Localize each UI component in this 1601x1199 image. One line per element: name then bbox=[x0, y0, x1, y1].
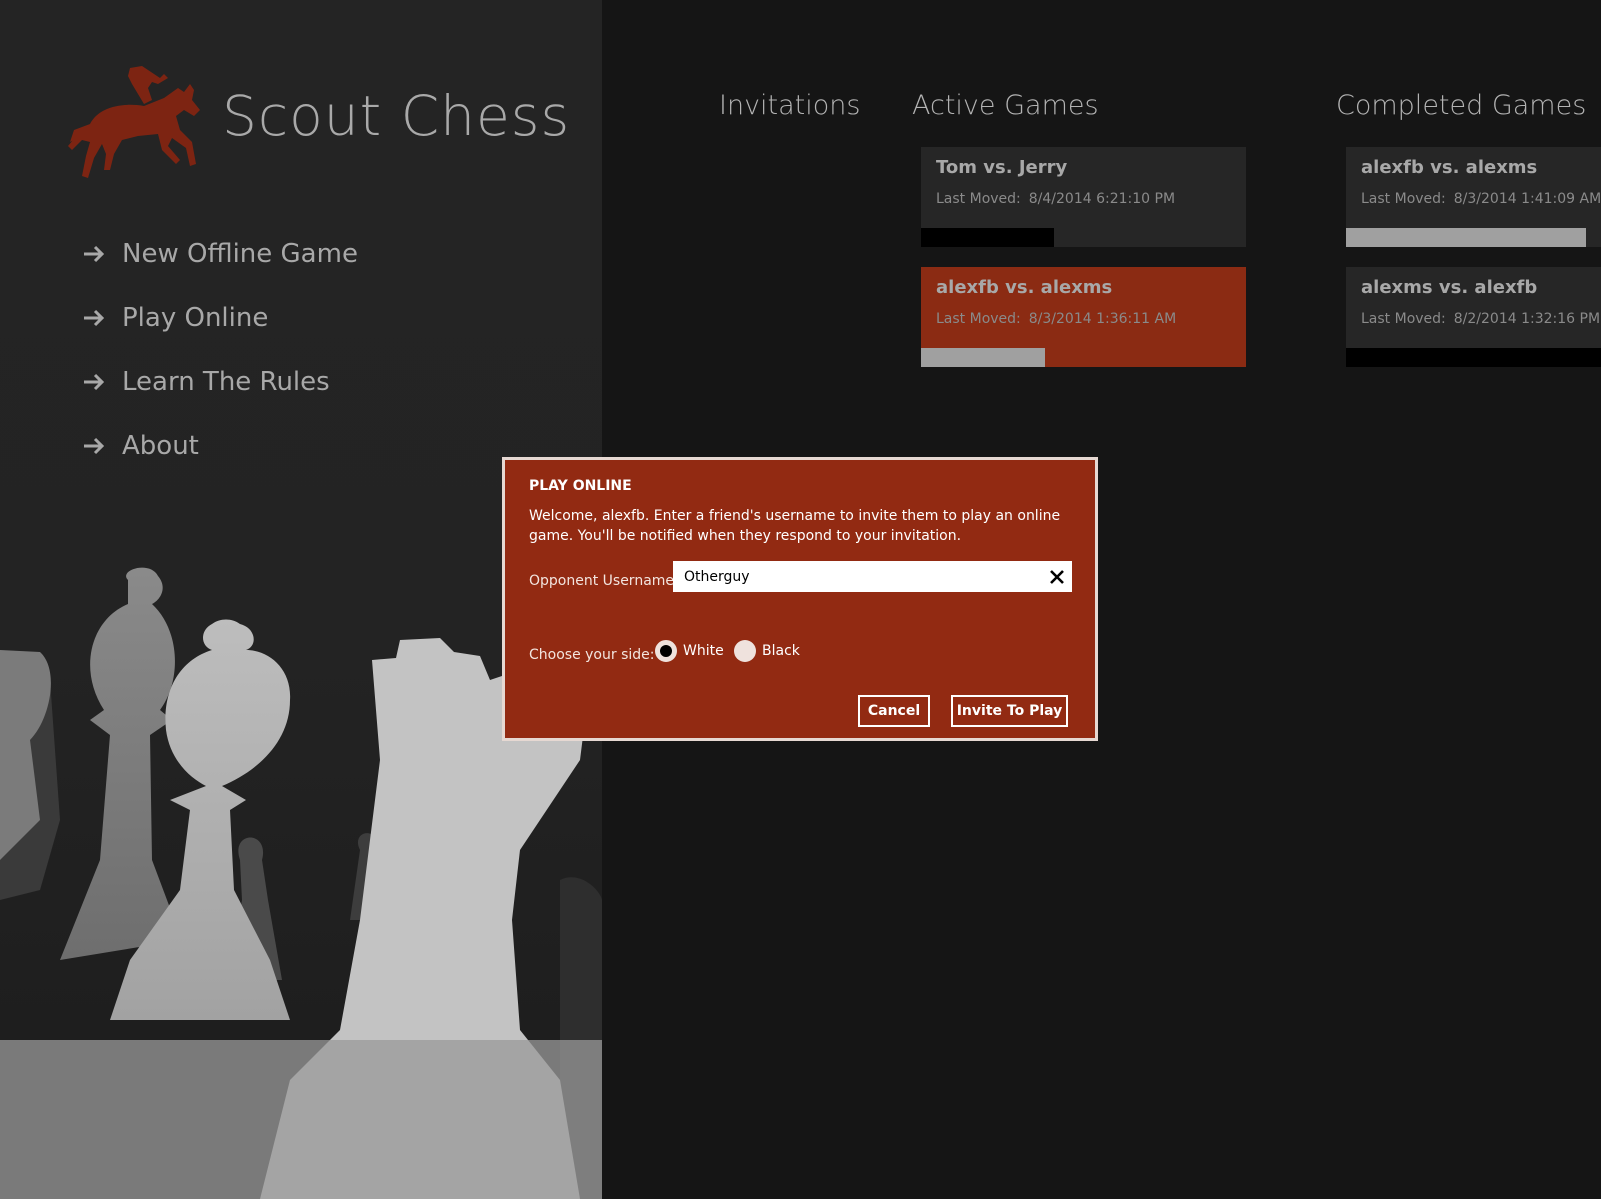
side-option-label: White bbox=[683, 643, 724, 659]
nav-label: About bbox=[122, 431, 199, 461]
nav-label: Play Online bbox=[122, 303, 269, 333]
close-icon bbox=[1050, 569, 1064, 584]
arrow-right-icon bbox=[84, 373, 105, 391]
last-moved: Last Moved: 8/3/2014 1:36:11 AM bbox=[936, 311, 1176, 327]
game-title: alexfb vs. alexms bbox=[1361, 157, 1538, 178]
game-card[interactable]: alexfb vs. alexms Last Moved: 8/3/2014 1:… bbox=[1346, 147, 1601, 247]
game-title: alexms vs. alexfb bbox=[1361, 277, 1538, 298]
game-card[interactable]: Tom vs. Jerry Last Moved: 8/4/2014 6:21:1… bbox=[921, 147, 1246, 247]
nav-label: New Offline Game bbox=[122, 239, 358, 269]
arrow-right-icon bbox=[84, 437, 105, 455]
game-title: alexfb vs. alexms bbox=[936, 277, 1113, 298]
opponent-username-label: Opponent Username bbox=[529, 573, 675, 589]
nav-learn-the-rules[interactable]: Learn The Rules bbox=[82, 350, 358, 414]
active-games-header[interactable]: Active Games bbox=[912, 90, 1099, 121]
game-progress-bar bbox=[921, 228, 1055, 247]
game-card[interactable]: alexfb vs. alexms Last Moved: 8/3/2014 1:… bbox=[921, 267, 1246, 367]
invitations-header[interactable]: Invitations bbox=[719, 90, 860, 121]
radio-selected bbox=[655, 640, 677, 662]
last-moved: Last Moved: 8/4/2014 6:21:10 PM bbox=[936, 191, 1175, 207]
last-moved-label: Last Moved: bbox=[1361, 191, 1446, 207]
nav-about[interactable]: About bbox=[82, 414, 358, 478]
game-progress-bar bbox=[1346, 228, 1586, 247]
last-moved: Last Moved: 8/2/2014 1:32:16 PM bbox=[1361, 311, 1600, 327]
last-moved-value: 8/3/2014 1:36:11 AM bbox=[1028, 311, 1177, 327]
dialog-message: Welcome, alexfb. Enter a friend's userna… bbox=[529, 508, 1061, 544]
game-progress-bar bbox=[921, 348, 1045, 367]
app-title: Scout Chess bbox=[222, 84, 571, 148]
invite-to-play-button[interactable]: Invite To Play bbox=[951, 695, 1068, 727]
side-option-label: Black bbox=[762, 643, 800, 659]
last-moved-value: 8/2/2014 1:32:16 PM bbox=[1453, 311, 1601, 327]
last-moved-value: 8/4/2014 6:21:10 PM bbox=[1028, 191, 1176, 207]
last-moved-label: Last Moved: bbox=[936, 191, 1021, 207]
opponent-username-input[interactable] bbox=[673, 561, 1072, 592]
dialog-title: PLAY ONLINE bbox=[529, 478, 632, 494]
radio-unselected bbox=[734, 640, 756, 662]
nav-label: Learn The Rules bbox=[122, 367, 330, 397]
side-option-black[interactable]: Black bbox=[734, 640, 800, 662]
last-moved-value: 8/3/2014 1:41:09 AM bbox=[1453, 191, 1601, 207]
game-card[interactable]: alexms vs. alexfb Last Moved: 8/2/2014 1:… bbox=[1346, 267, 1601, 367]
last-moved: Last Moved: 8/3/2014 1:41:09 AM bbox=[1361, 191, 1601, 207]
arrow-right-icon bbox=[84, 309, 105, 327]
clear-input-button[interactable] bbox=[1043, 563, 1071, 590]
play-online-dialog: PLAY ONLINE Welcome, alexfb. Enter a fri… bbox=[502, 457, 1098, 741]
game-title: Tom vs. Jerry bbox=[936, 157, 1068, 178]
arrow-right-icon bbox=[84, 245, 105, 263]
main-nav: New Offline Game Play Online Learn The R… bbox=[82, 222, 358, 478]
nav-play-online[interactable]: Play Online bbox=[82, 286, 358, 350]
last-moved-label: Last Moved: bbox=[936, 311, 1021, 327]
last-moved-label: Last Moved: bbox=[1361, 311, 1446, 327]
side-option-white[interactable]: White bbox=[655, 640, 724, 662]
completed-games-header[interactable]: Completed Games bbox=[1336, 90, 1586, 121]
choose-side-label: Choose your side: bbox=[529, 647, 655, 663]
nav-new-offline-game[interactable]: New Offline Game bbox=[82, 222, 358, 286]
cancel-button[interactable]: Cancel bbox=[858, 695, 930, 727]
game-progress-bar bbox=[1346, 348, 1601, 367]
horse-rider-icon bbox=[68, 66, 200, 178]
